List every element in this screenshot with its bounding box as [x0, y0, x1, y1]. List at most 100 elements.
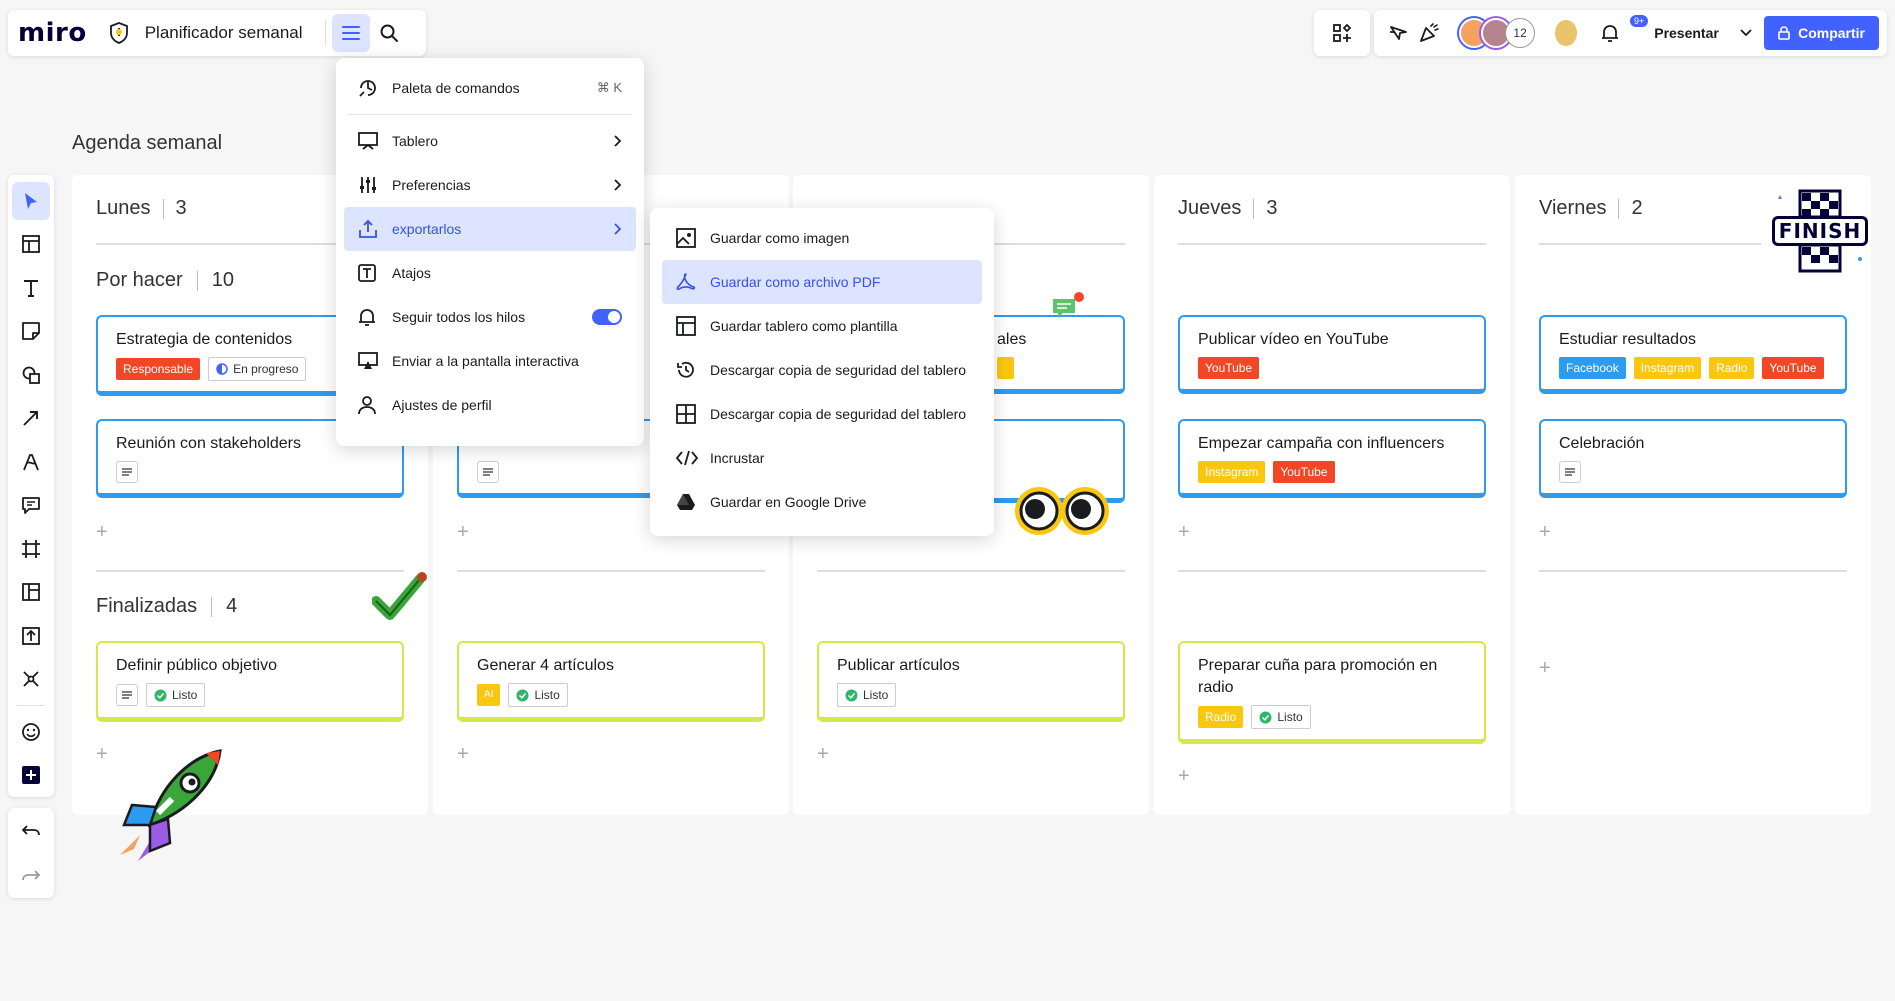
- task-card[interactable]: Empezar campaña con influencers Instagra…: [1178, 419, 1486, 498]
- menu-item-board[interactable]: Tablero: [344, 119, 636, 163]
- tag[interactable]: Radio: [1709, 357, 1755, 379]
- main-menu-button[interactable]: [331, 14, 370, 52]
- select-tool[interactable]: [12, 182, 50, 220]
- text-tool[interactable]: [12, 269, 50, 307]
- add-card-button[interactable]: +: [1539, 657, 1551, 680]
- follow-threads-toggle[interactable]: [592, 309, 622, 325]
- tag[interactable]: YouTube: [1198, 357, 1260, 379]
- divider: [817, 570, 1125, 572]
- tag[interactable]: Responsable: [116, 358, 201, 380]
- menu-item-command-palette[interactable]: Paleta de comandos ⌘ K: [344, 66, 636, 110]
- status-tag[interactable]: Listo: [837, 683, 897, 707]
- status-tag[interactable]: Listo: [508, 683, 568, 707]
- eyes-sticker[interactable]: [1013, 481, 1113, 539]
- menu-item-backup[interactable]: Descargar copia de seguridad del tablero: [662, 348, 982, 392]
- present-options-button[interactable]: [1735, 14, 1758, 52]
- menu-item-preferences[interactable]: Preferencias: [344, 163, 636, 207]
- check-circle-icon: [1259, 711, 1272, 723]
- add-card-button[interactable]: +: [817, 743, 829, 766]
- redo-button[interactable]: [12, 857, 50, 895]
- undo-button[interactable]: [12, 812, 50, 850]
- apps-button[interactable]: [1314, 10, 1370, 56]
- comment-tool[interactable]: [12, 487, 50, 525]
- present-button[interactable]: Presentar: [1638, 15, 1735, 51]
- rocket-sticker[interactable]: [110, 745, 230, 865]
- notifications-button[interactable]: [1595, 14, 1627, 52]
- menu-item-label: Preferencias: [392, 177, 471, 193]
- templates-tool[interactable]: [12, 226, 50, 264]
- add-card-button[interactable]: +: [1539, 521, 1551, 544]
- add-card-button[interactable]: +: [1178, 765, 1190, 788]
- status-tag[interactable]: Listo: [146, 683, 206, 707]
- checkmark-sticker[interactable]: [372, 571, 432, 627]
- status-tag[interactable]: Listo: [1251, 705, 1311, 729]
- menu-item-label: Enviar a la pantalla interactiva: [392, 353, 579, 369]
- card-title: Publicar artículos: [837, 657, 960, 674]
- frame-tool[interactable]: [12, 530, 50, 568]
- collaborators[interactable]: 12: [1459, 18, 1536, 48]
- share-button[interactable]: Compartir: [1764, 16, 1879, 50]
- menu-item-save-pdf[interactable]: Guardar como archivo PDF: [662, 260, 982, 304]
- kanban-tool[interactable]: [12, 574, 50, 612]
- menu-item-google-drive[interactable]: Guardar en Google Drive: [662, 480, 982, 524]
- tag[interactable]: Instagram: [1633, 357, 1702, 379]
- description-icon: [477, 461, 499, 483]
- ai-tag[interactable]: AI: [477, 684, 501, 706]
- tag[interactable]: Instagram: [1198, 461, 1266, 483]
- add-card-button[interactable]: +: [1178, 521, 1190, 544]
- more-apps-tool[interactable]: [12, 756, 50, 794]
- reactions-button[interactable]: [1382, 14, 1414, 52]
- party-icon: [1420, 23, 1440, 42]
- menu-item-export[interactable]: exportarlos: [344, 207, 636, 251]
- section-label: Por hacer: [96, 269, 183, 291]
- status-tag[interactable]: En progreso: [208, 357, 307, 381]
- user-avatar[interactable]: [1553, 18, 1579, 48]
- collaborators-count[interactable]: 12: [1505, 18, 1536, 48]
- comment-marker-icon[interactable]: [1051, 291, 1085, 323]
- add-card-button[interactable]: +: [457, 521, 469, 544]
- tag[interactable]: [997, 357, 1015, 379]
- mindmap-tool[interactable]: [12, 661, 50, 699]
- divider: [96, 570, 404, 572]
- task-card[interactable]: Preparar cuña para promoción en radio Ra…: [1178, 641, 1486, 744]
- tag[interactable]: YouTube: [1273, 461, 1335, 483]
- tag[interactable]: YouTube: [1762, 357, 1824, 379]
- menu-item-label: Guardar como archivo PDF: [710, 274, 881, 290]
- menu-item-profile-settings[interactable]: Ajustes de perfil: [344, 383, 636, 427]
- search-button[interactable]: [370, 14, 408, 52]
- pen-tool[interactable]: [12, 443, 50, 481]
- frame-title[interactable]: Agenda semanal: [72, 132, 222, 155]
- menu-item-embed[interactable]: Incrustar: [662, 436, 982, 480]
- day-column-viernes: Viernes 2 Estudiar resultados Facebook I…: [1515, 175, 1871, 815]
- add-card-button[interactable]: +: [96, 521, 108, 544]
- menu-item-follow-threads[interactable]: Seguir todos los hilos: [344, 295, 636, 339]
- pdf-icon: [676, 273, 696, 291]
- stickers-tool[interactable]: [12, 713, 50, 751]
- grid-icon: [676, 404, 696, 424]
- connector-tool[interactable]: [12, 400, 50, 438]
- board-title[interactable]: Planificador semanal: [145, 23, 303, 43]
- miro-logo[interactable]: miro: [18, 18, 87, 48]
- task-card[interactable]: Definir público objetivo Listo: [96, 641, 404, 722]
- menu-item-save-image[interactable]: Guardar como imagen: [662, 216, 982, 260]
- task-card[interactable]: Celebración: [1539, 419, 1847, 498]
- add-card-button[interactable]: +: [96, 743, 108, 766]
- finish-sticker[interactable]: FINISH: [1770, 189, 1870, 275]
- tag[interactable]: Facebook: [1559, 357, 1626, 379]
- task-card[interactable]: Generar 4 artículos AI Listo: [457, 641, 765, 722]
- tag[interactable]: Radio: [1198, 706, 1244, 728]
- celebrate-button[interactable]: [1414, 14, 1446, 52]
- task-card[interactable]: Publicar vídeo en YouTube YouTube: [1178, 315, 1486, 394]
- sticky-note-tool[interactable]: [12, 313, 50, 351]
- upload-tool[interactable]: [12, 617, 50, 655]
- menu-item-backup-table[interactable]: Descargar copia de seguridad del tablero: [662, 392, 982, 436]
- add-card-button[interactable]: +: [457, 743, 469, 766]
- menu-item-send-to-screen[interactable]: Enviar a la pantalla interactiva: [344, 339, 636, 383]
- task-card[interactable]: Estudiar resultados Facebook Instagram R…: [1539, 315, 1847, 394]
- shapes-tool[interactable]: [12, 356, 50, 394]
- tag-label: Listo: [863, 688, 889, 702]
- shield-icon[interactable]: [109, 22, 129, 44]
- menu-item-save-template[interactable]: Guardar tablero como plantilla: [662, 304, 982, 348]
- task-card[interactable]: Publicar artículos Listo: [817, 641, 1125, 722]
- menu-item-shortcuts[interactable]: Atajos: [344, 251, 636, 295]
